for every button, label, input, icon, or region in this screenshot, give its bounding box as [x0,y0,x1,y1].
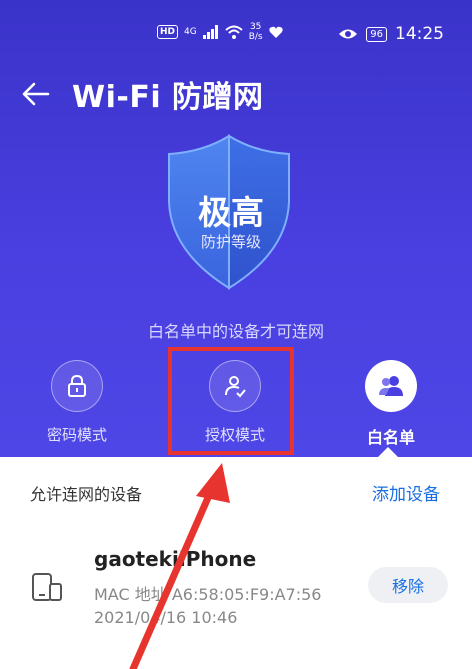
net-speed-value: 35 [249,22,262,32]
clock: 14:25 [395,24,444,44]
eye-icon [339,29,358,39]
protection-level-value: 极高 [198,193,264,232]
status-left: HD 4G 35 B/s [157,22,283,42]
wifi-icon [225,25,243,39]
lock-icon [68,374,86,397]
back-arrow-icon[interactable] [20,78,52,110]
heart-icon [268,26,283,38]
net-speed: 35 B/s [249,22,263,42]
add-device-link[interactable]: 添加设备 [372,480,440,505]
devices-panel: 允许连网的设备 添加设备 gaotekiiPhone MAC 地址 A6:58:… [0,457,472,669]
users-icon [379,376,403,396]
status-bar: HD 4G 35 B/s 96 14:25 [0,0,472,70]
devices-section-title: 允许连网的设备 [30,485,143,504]
active-tab-caret [378,447,398,457]
signal-icon [202,25,218,39]
mode-whitelist[interactable]: 白名单 [336,360,446,450]
highlight-box [168,347,294,455]
hd-badge: HD [157,25,179,39]
status-right: 96 14:25 [338,24,444,44]
network-type: 4G [184,27,197,37]
mode-whitelist-label: 白名单 [366,428,415,447]
mode-hint: 白名单中的设备才可连网 [147,322,324,341]
net-speed-unit: B/s [248,32,263,42]
app-header: Wi-Fi 防蹭网 [0,68,472,118]
mode-password[interactable]: 密码模式 [22,360,132,450]
battery-indicator: 96 [366,26,387,42]
device-time: 2021/04/16 10:46 [94,608,238,627]
tablet-device-icon [32,573,62,601]
device-mac: MAC 地址 A6:58:05:F9:A7:56 [94,585,322,604]
page-title: Wi-Fi 防蹭网 [72,80,264,115]
device-name: gaotekiiPhone [94,547,257,571]
remove-device-button[interactable]: 移除 [368,567,448,603]
mode-password-circle [51,360,103,412]
protection-level-label: 防护等级 [200,233,261,251]
mode-whitelist-circle [365,360,417,412]
mode-password-label: 密码模式 [46,426,107,444]
